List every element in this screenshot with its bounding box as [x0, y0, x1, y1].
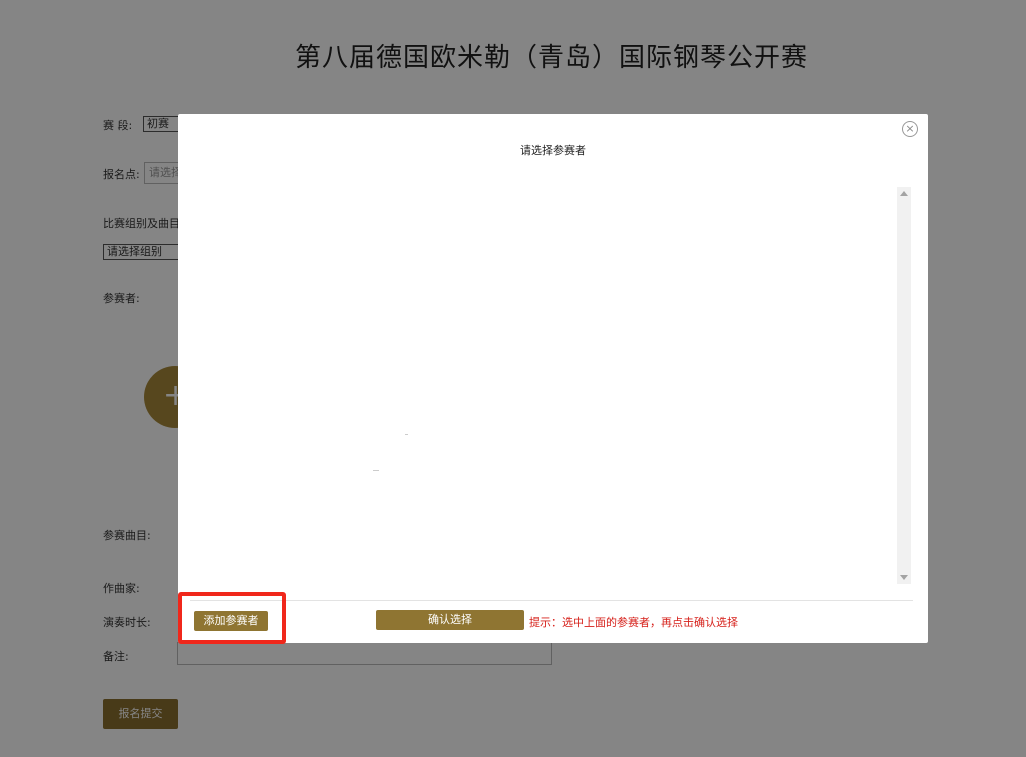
hint-text: 提示：选中上面的参赛者，再点击确认选择 [529, 616, 738, 629]
participant-list[interactable] [190, 184, 912, 584]
scroll-up-arrow-icon[interactable] [900, 191, 908, 196]
list-speck [405, 434, 408, 435]
modal-title: 请选择参赛者 [520, 144, 586, 157]
close-icon-glyph: × [905, 122, 915, 135]
confirm-selection-button[interactable]: 确认选择 [376, 610, 524, 630]
list-speck [373, 470, 379, 471]
close-icon[interactable]: × [902, 121, 918, 137]
highlight-annotation-box [178, 592, 286, 644]
modal-divider [190, 600, 913, 601]
scroll-down-arrow-icon[interactable] [900, 575, 908, 580]
page: 第八届德国欧米勒（青岛）国际钢琴公开赛 赛 段: 初赛 报名点: 请选择 比赛组… [0, 0, 1026, 757]
select-participant-modal: 请选择参赛者 × 添加参赛者 确认选择 提示：选中上面的参赛者，再点击确认选择 [178, 114, 928, 644]
list-scrollbar[interactable] [897, 187, 911, 584]
